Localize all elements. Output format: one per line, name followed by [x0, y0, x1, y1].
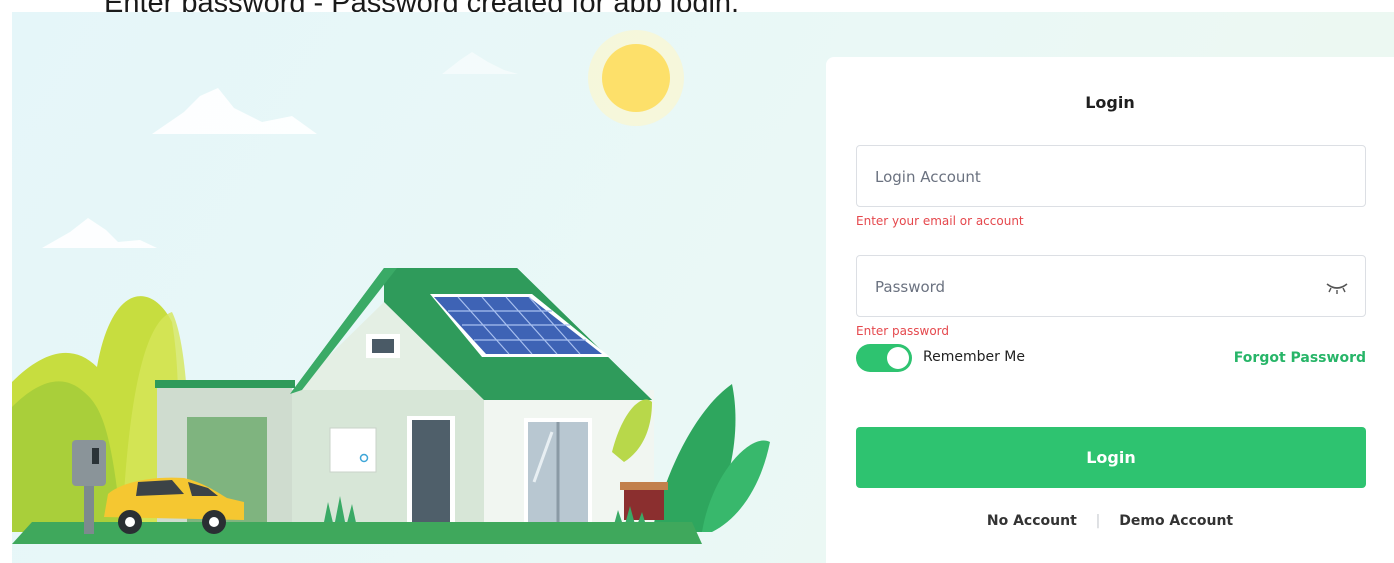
password-error: Enter password [856, 324, 949, 338]
login-page: Login Enter your email or account Enter … [12, 12, 1394, 563]
link-separator: | [1095, 513, 1101, 529]
sun-icon [588, 30, 684, 126]
account-links: No Account | Demo Account [826, 513, 1394, 529]
login-button[interactable]: Login [856, 427, 1366, 488]
cloud-icon [42, 52, 518, 248]
demo-account-link[interactable]: Demo Account [1119, 513, 1233, 529]
password-input[interactable] [873, 256, 1317, 318]
house-illustration [12, 30, 770, 544]
remember-me-label: Remember Me [923, 349, 1025, 365]
remember-me-toggle[interactable] [856, 344, 912, 372]
account-error: Enter your email or account [856, 214, 1024, 228]
forgot-password-link[interactable]: Forgot Password [1234, 350, 1366, 366]
no-account-link[interactable]: No Account [987, 513, 1077, 529]
login-title: Login [1085, 93, 1135, 112]
login-card: Login Enter your email or account Enter … [826, 57, 1394, 563]
account-field[interactable] [856, 145, 1366, 208]
password-field[interactable] [856, 255, 1366, 318]
account-input[interactable] [873, 146, 1317, 208]
toggle-knob [887, 347, 909, 369]
eye-closed-icon[interactable] [1323, 278, 1351, 296]
